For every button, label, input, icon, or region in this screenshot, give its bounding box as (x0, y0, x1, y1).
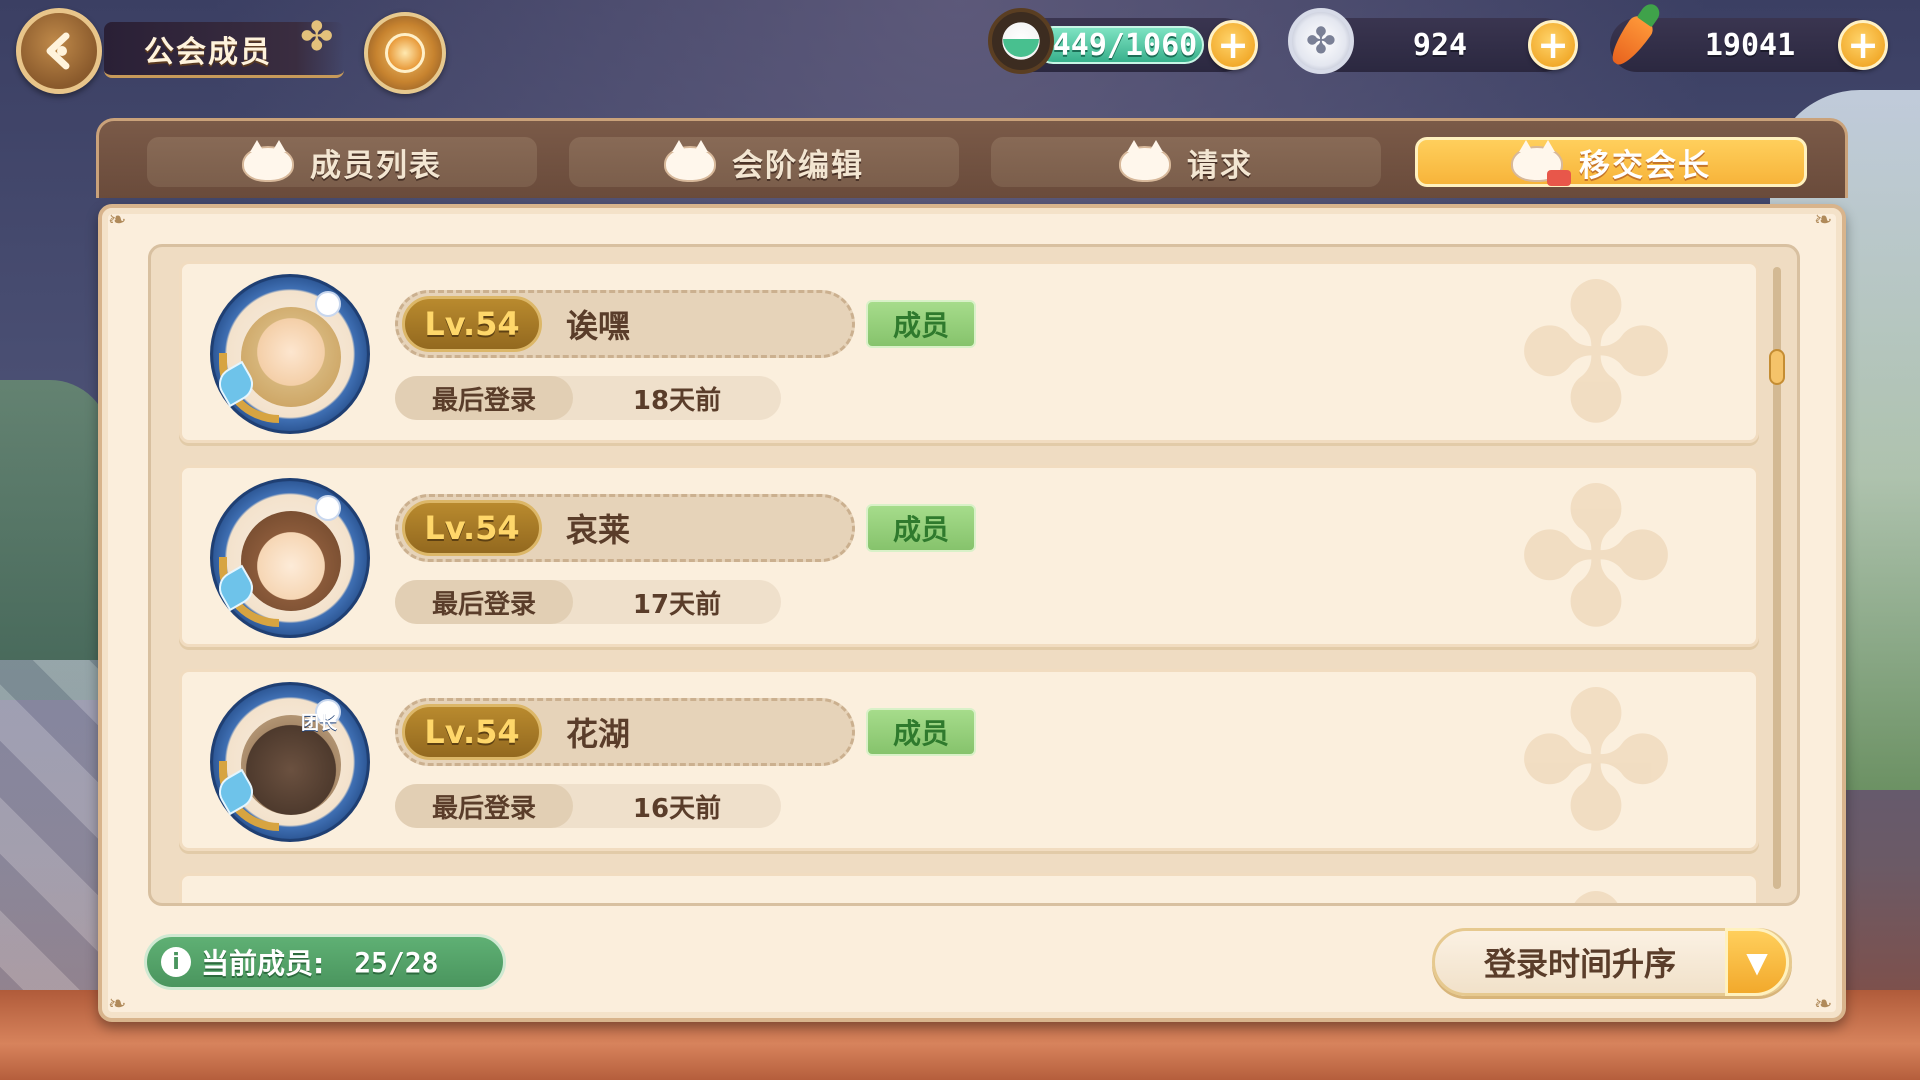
last-login-label: 最后登录 (395, 784, 573, 828)
last-login-label: 最后登录 (395, 580, 573, 624)
clover-watermark-icon: ✤ (1446, 876, 1746, 903)
last-login-value: 18天前 (632, 385, 722, 416)
leader-tag: 团长 (301, 713, 337, 734)
level-badge: Lv.54 (402, 704, 542, 760)
scrollbar-thumb[interactable] (1769, 349, 1785, 385)
member-row[interactable]: ✤ Lv.54 哀莱 成员 最后登录 17天前 (179, 465, 1759, 647)
member-count-value: 25/28 (354, 945, 439, 979)
guild-emblem-icon[interactable] (364, 12, 446, 94)
sort-dropdown[interactable]: 登录时间升序 ▼ (1432, 928, 1792, 996)
add-carrot-button[interactable]: + (1838, 20, 1888, 70)
tab-label: 移交会长 (1579, 147, 1711, 184)
member-count-badge: i 当前成员: 25/28 (144, 934, 506, 990)
cat-icon (1119, 140, 1171, 182)
level-badge: Lv.54 (402, 296, 542, 352)
tab-requests[interactable]: 请求 (991, 137, 1381, 187)
level-badge: Lv.54 (402, 500, 542, 556)
clover-watermark-icon: ✤ (1516, 261, 1676, 443)
clover-decoration-icon: ✤ (300, 14, 334, 60)
member-name: 诶嘿 (566, 307, 631, 345)
page-title: 公会成员 (144, 34, 272, 70)
member-list[interactable]: ✤ Lv.54 诶嘿 成员 最后登录 18天前 ✤ Lv.54 哀莱 成员 最后… (148, 244, 1800, 906)
tab-member-list[interactable]: 成员列表 (147, 137, 537, 187)
corner-ornament-icon: ❧ (108, 992, 127, 1017)
add-clover-button[interactable]: + (1528, 20, 1578, 70)
back-arrow-icon (46, 32, 70, 70)
role-badge: 成员 (866, 504, 976, 552)
member-count-label: 当前成员: (201, 947, 325, 980)
background-arch-left (0, 380, 110, 700)
clover-resource: ✤ 924 + (1288, 8, 1578, 74)
role-badge: 成员 (866, 708, 976, 756)
chevron-down-icon[interactable]: ▼ (1725, 928, 1789, 996)
sort-label: 登录时间升序 (1483, 945, 1676, 983)
member-panel: ❧ ❧ ✤ Lv.54 诶嘿 成员 最后登录 18天前 ✤ Lv.54 哀莱 成… (98, 204, 1846, 1022)
member-row[interactable]: ✤ 团长 Lv.54 花湖 成员 最后登录 16天前 (179, 669, 1759, 851)
tab-label: 成员列表 (310, 147, 442, 184)
tab-rank-edit[interactable]: 会阶编辑 (569, 137, 959, 187)
bow-icon (315, 495, 341, 521)
last-login-value: 16天前 (632, 793, 722, 824)
carrot-icon (1598, 8, 1664, 74)
member-row[interactable]: ✤ Lv.54 诶嘿 成员 最后登录 18天前 (179, 261, 1759, 443)
stamina-resource: 449/1060 + (988, 8, 1258, 74)
carrot-resource: 19041 + (1604, 11, 1888, 72)
add-stamina-button[interactable]: + (1208, 20, 1258, 70)
clover-value: 924 (1412, 27, 1468, 63)
corner-ornament-icon: ❧ (108, 208, 127, 233)
cat-transfer-icon (1511, 140, 1571, 186)
avatar[interactable]: 团长 (210, 682, 370, 842)
member-name: 花湖 (566, 715, 631, 753)
clover-watermark-icon: ✤ (1516, 465, 1676, 647)
clover-coin-icon: ✤ (1288, 8, 1354, 74)
avatar[interactable] (210, 274, 370, 434)
stamina-value: 449/1060 (1052, 27, 1198, 63)
member-name: 哀莱 (566, 511, 631, 549)
carrot-value: 19041 (1704, 27, 1796, 63)
clover-watermark-icon: ✤ (1516, 669, 1676, 851)
tab-bar: 成员列表 会阶编辑 请求 移交会长 (96, 118, 1848, 198)
member-row-partial[interactable]: ✤ (179, 873, 1759, 903)
role-badge: 成员 (866, 300, 976, 348)
emblem-center (385, 33, 425, 73)
tab-label: 请求 (1187, 147, 1253, 184)
tab-label: 会阶编辑 (732, 147, 864, 184)
corner-ornament-icon: ❧ (1814, 208, 1833, 233)
corner-ornament-icon: ❧ (1814, 992, 1833, 1017)
cat-icon (664, 140, 716, 182)
info-icon: i (161, 947, 191, 977)
last-login-value: 17天前 (632, 589, 722, 620)
potion-icon (988, 8, 1054, 74)
scrollbar[interactable] (1769, 267, 1785, 889)
last-login-label: 最后登录 (395, 376, 573, 420)
cat-icon (242, 140, 294, 182)
tab-transfer-leader[interactable]: 移交会长 (1415, 137, 1807, 187)
bow-icon (315, 291, 341, 317)
back-button[interactable] (16, 8, 102, 94)
avatar[interactable] (210, 478, 370, 638)
